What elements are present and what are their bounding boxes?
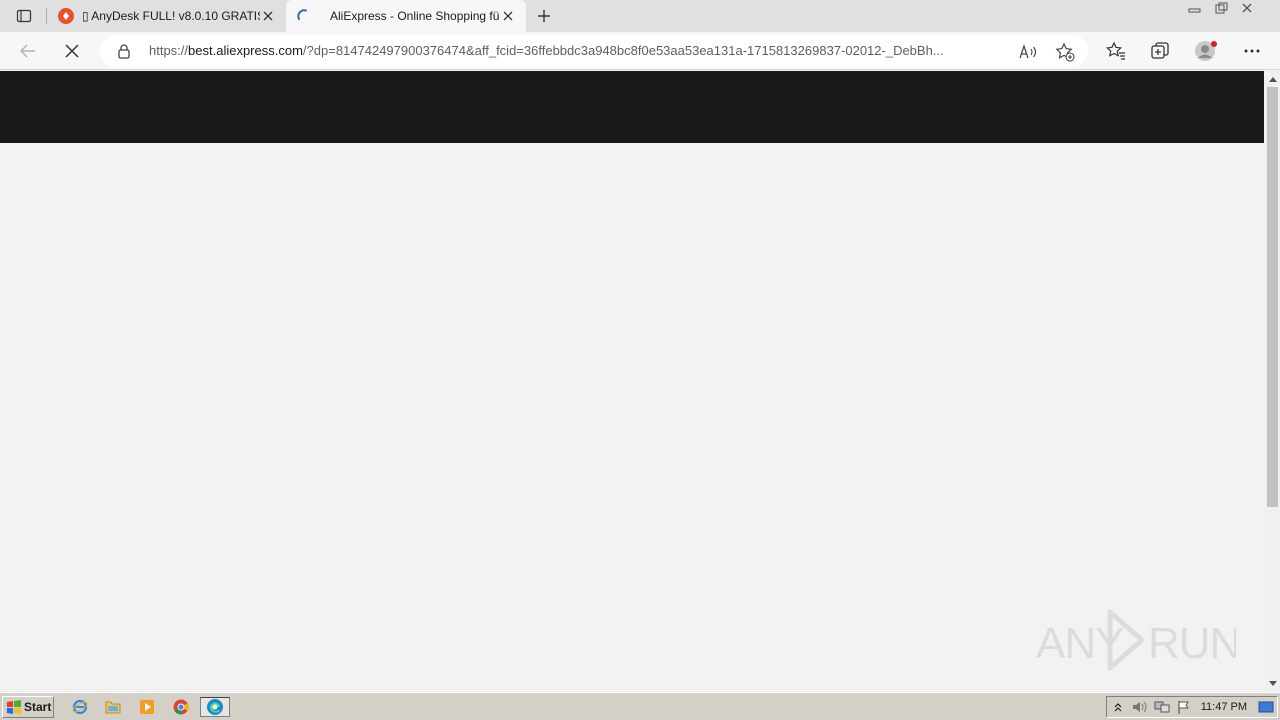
profile-button[interactable] xyxy=(1191,36,1221,66)
windows-flag-icon xyxy=(7,700,21,714)
scroll-thumb[interactable] xyxy=(1267,87,1278,507)
page-header-bar xyxy=(0,71,1264,143)
new-tab-button[interactable] xyxy=(532,4,556,28)
tab-title: AliExpress - Online Shopping für xyxy=(330,9,500,23)
restore-button[interactable] xyxy=(1208,0,1234,16)
tab-title: ▯ AnyDesk FULL! v8.0.10 GRATIS! xyxy=(82,9,260,23)
url-scheme: https:// xyxy=(149,43,189,58)
taskbar-clock[interactable]: 11:47 PM xyxy=(1201,701,1247,713)
start-label: Start xyxy=(24,700,52,714)
svg-text:RUN: RUN xyxy=(1148,619,1236,668)
close-icon xyxy=(263,11,273,21)
chrome-icon xyxy=(173,699,189,715)
arrow-down-icon xyxy=(1268,680,1277,686)
network-tray-button[interactable] xyxy=(1151,697,1173,717)
favorites-icon xyxy=(1106,41,1125,60)
plus-icon xyxy=(538,10,550,22)
show-desktop-icon xyxy=(1258,701,1274,713)
tab-close-button[interactable] xyxy=(500,8,516,24)
flag-icon xyxy=(1178,701,1189,714)
anydesk-favicon-icon xyxy=(58,8,74,24)
vertical-scrollbar[interactable] xyxy=(1265,71,1280,691)
lock-icon[interactable] xyxy=(116,43,132,59)
star-add-icon xyxy=(1055,42,1075,62)
window-controls xyxy=(1182,0,1260,18)
stop-icon xyxy=(65,44,79,58)
close-icon xyxy=(503,11,513,21)
collections-icon xyxy=(1151,42,1169,59)
taskbar-edge-button[interactable] xyxy=(200,697,230,717)
address-bar[interactable]: https://best.aliexpress.com/?dp=81474249… xyxy=(100,35,1088,67)
browser-toolbar: https://best.aliexpress.com/?dp=81474249… xyxy=(0,32,1280,70)
windows-taskbar: Start 11:47 PM xyxy=(0,692,1280,720)
back-button[interactable] xyxy=(13,36,43,66)
internet-explorer-icon xyxy=(72,699,88,715)
taskbar-media-player-button[interactable] xyxy=(136,697,158,717)
read-aloud-button[interactable] xyxy=(1018,41,1040,63)
scroll-up-button[interactable] xyxy=(1267,73,1278,85)
tab-actions-button[interactable] xyxy=(8,4,40,28)
browser-tab-bar: ▯ AnyDesk FULL! v8.0.10 GRATIS! AliExpre… xyxy=(0,0,1280,32)
add-favorite-button[interactable] xyxy=(1054,41,1076,63)
back-arrow-icon xyxy=(19,44,35,58)
tab-separator xyxy=(46,8,47,24)
chevron-up-icon xyxy=(1114,703,1122,712)
settings-more-button[interactable] xyxy=(1237,36,1267,66)
read-aloud-icon xyxy=(1019,44,1037,59)
media-player-icon xyxy=(140,700,154,714)
taskbar-explorer-button[interactable] xyxy=(102,697,124,717)
avatar-icon xyxy=(1195,41,1217,61)
minimize-icon xyxy=(1188,8,1201,13)
show-desktop-button[interactable] xyxy=(1255,697,1277,717)
url-host: best.aliexpress.com xyxy=(188,43,303,58)
page-viewport xyxy=(0,71,1264,691)
anyrun-watermark-logo: ANY RUN xyxy=(1036,609,1236,671)
arrow-up-icon xyxy=(1268,76,1277,82)
collections-button[interactable] xyxy=(1145,36,1175,66)
url-path: /?dp=814742497900376474&aff_fcid=36ffebb… xyxy=(302,43,944,58)
more-dots-icon xyxy=(1244,49,1260,53)
stop-loading-button[interactable] xyxy=(57,36,87,66)
system-tray: 11:47 PM xyxy=(1106,696,1278,718)
loading-spinner-icon xyxy=(297,9,307,20)
tab-aliexpress[interactable]: AliExpress - Online Shopping für xyxy=(286,0,526,32)
folder-icon xyxy=(105,701,121,714)
close-window-button[interactable] xyxy=(1234,0,1260,16)
scroll-down-button[interactable] xyxy=(1267,677,1278,689)
url-text[interactable]: https://best.aliexpress.com/?dp=81474249… xyxy=(149,43,1011,59)
action-center-tray-button[interactable] xyxy=(1173,697,1195,717)
taskbar-ie-button[interactable] xyxy=(69,697,91,717)
tab-actions-icon xyxy=(16,9,32,23)
edge-icon xyxy=(207,699,223,715)
volume-tray-button[interactable] xyxy=(1129,697,1151,717)
favorites-button[interactable] xyxy=(1101,36,1131,66)
taskbar-chrome-button[interactable] xyxy=(170,697,192,717)
start-button[interactable]: Start xyxy=(2,696,54,718)
minimize-button[interactable] xyxy=(1182,0,1208,16)
show-hidden-icons-button[interactable] xyxy=(1107,697,1129,717)
tab-anydesk[interactable]: ▯ AnyDesk FULL! v8.0.10 GRATIS! xyxy=(48,0,286,32)
speaker-icon xyxy=(1132,701,1147,713)
network-icon xyxy=(1154,701,1170,713)
restore-icon xyxy=(1215,2,1228,14)
close-icon xyxy=(1242,3,1252,13)
tab-close-button[interactable] xyxy=(260,8,276,24)
